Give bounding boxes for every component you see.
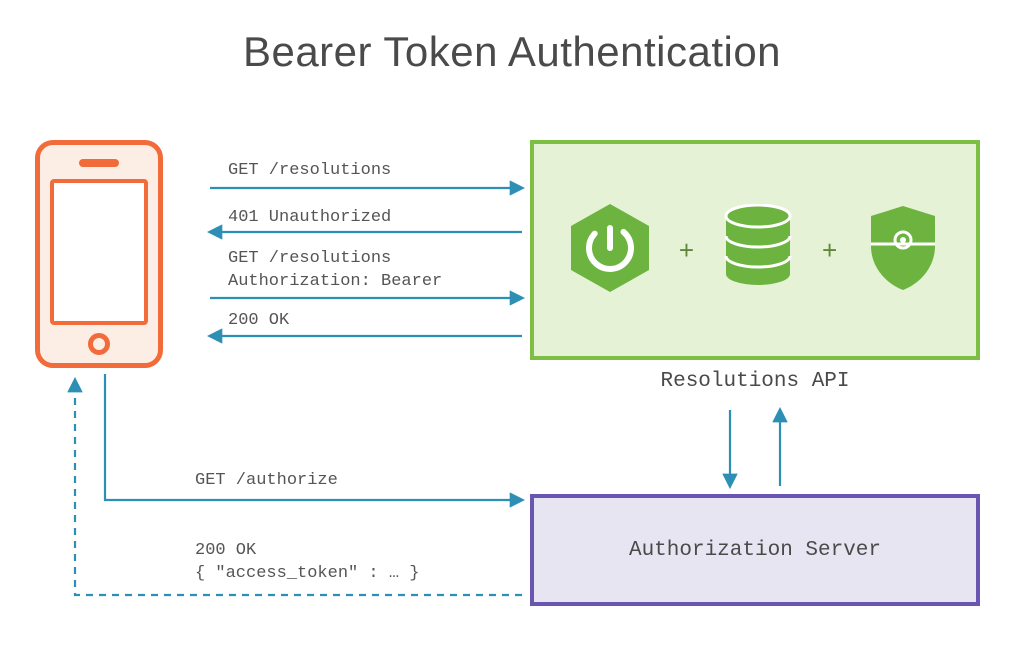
spring-power-icon: [569, 202, 651, 299]
request-get-authorize: GET /authorize: [195, 470, 338, 493]
response-401: 401 Unauthorized: [228, 207, 391, 230]
authorization-server-label: Authorization Server: [629, 539, 881, 562]
authorization-server-box: Authorization Server: [530, 494, 980, 606]
mobile-client-icon: [35, 140, 163, 368]
response-access-token: 200 OK { "access_token" : … }: [195, 540, 419, 586]
plus-separator-2: +: [822, 235, 837, 266]
response-200: 200 OK: [228, 310, 289, 333]
diagram-title: Bearer Token Authentication: [0, 28, 1024, 76]
phone-screen: [50, 179, 148, 325]
phone-home-button: [88, 333, 110, 355]
database-icon: [722, 204, 794, 297]
plus-separator-1: +: [679, 235, 694, 266]
shield-lock-icon: [865, 202, 941, 299]
request-get-resolutions: GET /resolutions: [228, 160, 391, 183]
resolutions-api-box: + +: [530, 140, 980, 360]
request-get-resolutions-bearer: GET /resolutions Authorization: Bearer: [228, 248, 442, 294]
resolutions-api-label: Resolutions API: [530, 370, 980, 393]
